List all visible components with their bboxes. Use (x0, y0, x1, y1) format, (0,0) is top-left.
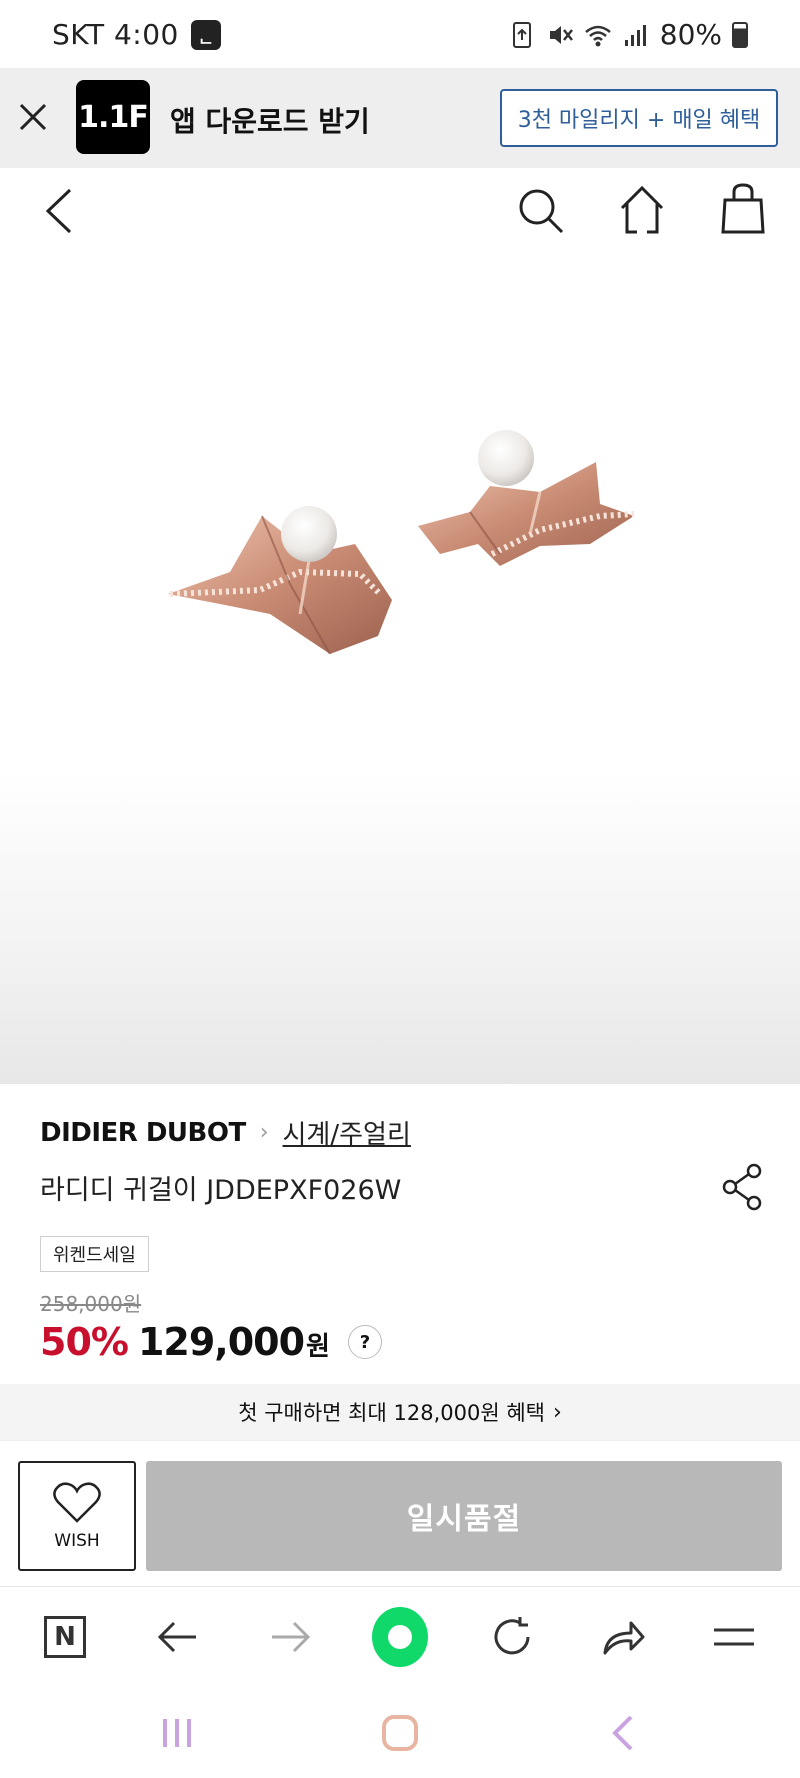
close-icon[interactable] (14, 98, 52, 136)
first-purchase-benefit[interactable]: 첫 구매하면 최대 128,000원 혜택 › (0, 1384, 800, 1440)
naver-n-icon: N (44, 1616, 86, 1658)
browser-toolbar: N (0, 1586, 800, 1686)
mute-icon (549, 25, 573, 44)
chevron-right-icon: › (259, 1120, 269, 1145)
app-logo: 1.1F (76, 80, 150, 154)
share-arrow-icon (603, 1621, 645, 1655)
refresh-icon (494, 1617, 530, 1655)
green-dot-button[interactable] (372, 1607, 428, 1667)
refresh-button[interactable] (484, 1609, 540, 1665)
sale-price: 129,000 (137, 1320, 305, 1364)
arrow-left-icon (157, 1621, 196, 1653)
browser-forward-button[interactable] (262, 1609, 318, 1665)
app-download-banner: 1.1F 앱 다운로드 받기 3천 마일리지 + 매일 혜택 (0, 68, 800, 168)
search-icon[interactable] (516, 186, 566, 236)
brand-name[interactable]: DIDIER DUBOT (40, 1118, 246, 1148)
banner-title[interactable]: 앱 다운로드 받기 (170, 100, 370, 140)
price-unit: 원 (306, 1332, 330, 1362)
battery-percent: 80% (659, 18, 722, 51)
home-icon[interactable] (618, 184, 666, 236)
discount-rate: 50% (40, 1320, 129, 1364)
top-nav (0, 168, 800, 254)
right-earring (418, 430, 635, 566)
status-carrier-time: SKT 4:00 (52, 18, 179, 51)
sold-out-button[interactable]: 일시품절 (146, 1461, 782, 1571)
status-bar: SKT 4:00 ᆫ 80% (0, 0, 800, 68)
mileage-benefit-button[interactable]: 3천 마일리지 + 매일 혜택 (500, 89, 778, 147)
wish-button[interactable]: WISH (18, 1461, 136, 1571)
wifi-icon (584, 25, 611, 46)
system-home-button[interactable] (375, 1708, 425, 1758)
status-left: SKT 4:00 ᆫ (52, 18, 221, 51)
recent-apps-icon (163, 1719, 191, 1747)
signal-icon (624, 24, 646, 46)
purchase-bar: WISH 일시품절 (0, 1440, 800, 1586)
system-home-icon (382, 1715, 418, 1751)
arrow-right-icon (272, 1621, 311, 1653)
system-back-button[interactable] (598, 1708, 648, 1758)
product-name: 라디디 귀걸이 JDDEPXF026W (40, 1175, 402, 1206)
naver-home-button[interactable]: N (37, 1609, 93, 1665)
back-arrow-icon[interactable] (40, 186, 80, 236)
price-help-button[interactable]: ? (347, 1325, 382, 1359)
earrings-illustration (168, 430, 635, 655)
brand-row: DIDIER DUBOT › 시계/주얼리 (40, 1114, 411, 1151)
original-price: 258,000원 (40, 1292, 142, 1316)
heart-icon (53, 1482, 101, 1523)
battery-icon (732, 21, 748, 48)
system-back-icon (612, 1715, 633, 1751)
share-icon[interactable] (720, 1162, 766, 1212)
browser-menu-button[interactable] (706, 1609, 762, 1665)
chevron-right-icon: › (552, 1399, 562, 1425)
recycle-icon (512, 21, 531, 48)
hamburger-menu-icon (714, 1628, 754, 1646)
price-row: 50% 129,000 원 ? (40, 1320, 382, 1364)
green-dot-icon (372, 1607, 428, 1667)
left-earring (168, 506, 392, 655)
browser-back-button[interactable] (150, 1609, 206, 1665)
product-image[interactable] (0, 254, 800, 1084)
browser-share-button[interactable] (596, 1609, 652, 1665)
wish-label: WISH (54, 1531, 100, 1551)
benefit-text: 첫 구매하면 최대 128,000원 혜택 (238, 1401, 545, 1425)
notification-app-icon: ᆫ (190, 19, 221, 50)
recent-apps-button[interactable] (152, 1708, 202, 1758)
shopping-bag-icon[interactable] (720, 182, 766, 236)
status-right: 80% (508, 18, 748, 51)
category-link[interactable]: 시계/주얼리 (283, 1114, 411, 1151)
system-navigation (0, 1686, 800, 1778)
weekend-sale-badge: 위켄드세일 (40, 1236, 149, 1272)
